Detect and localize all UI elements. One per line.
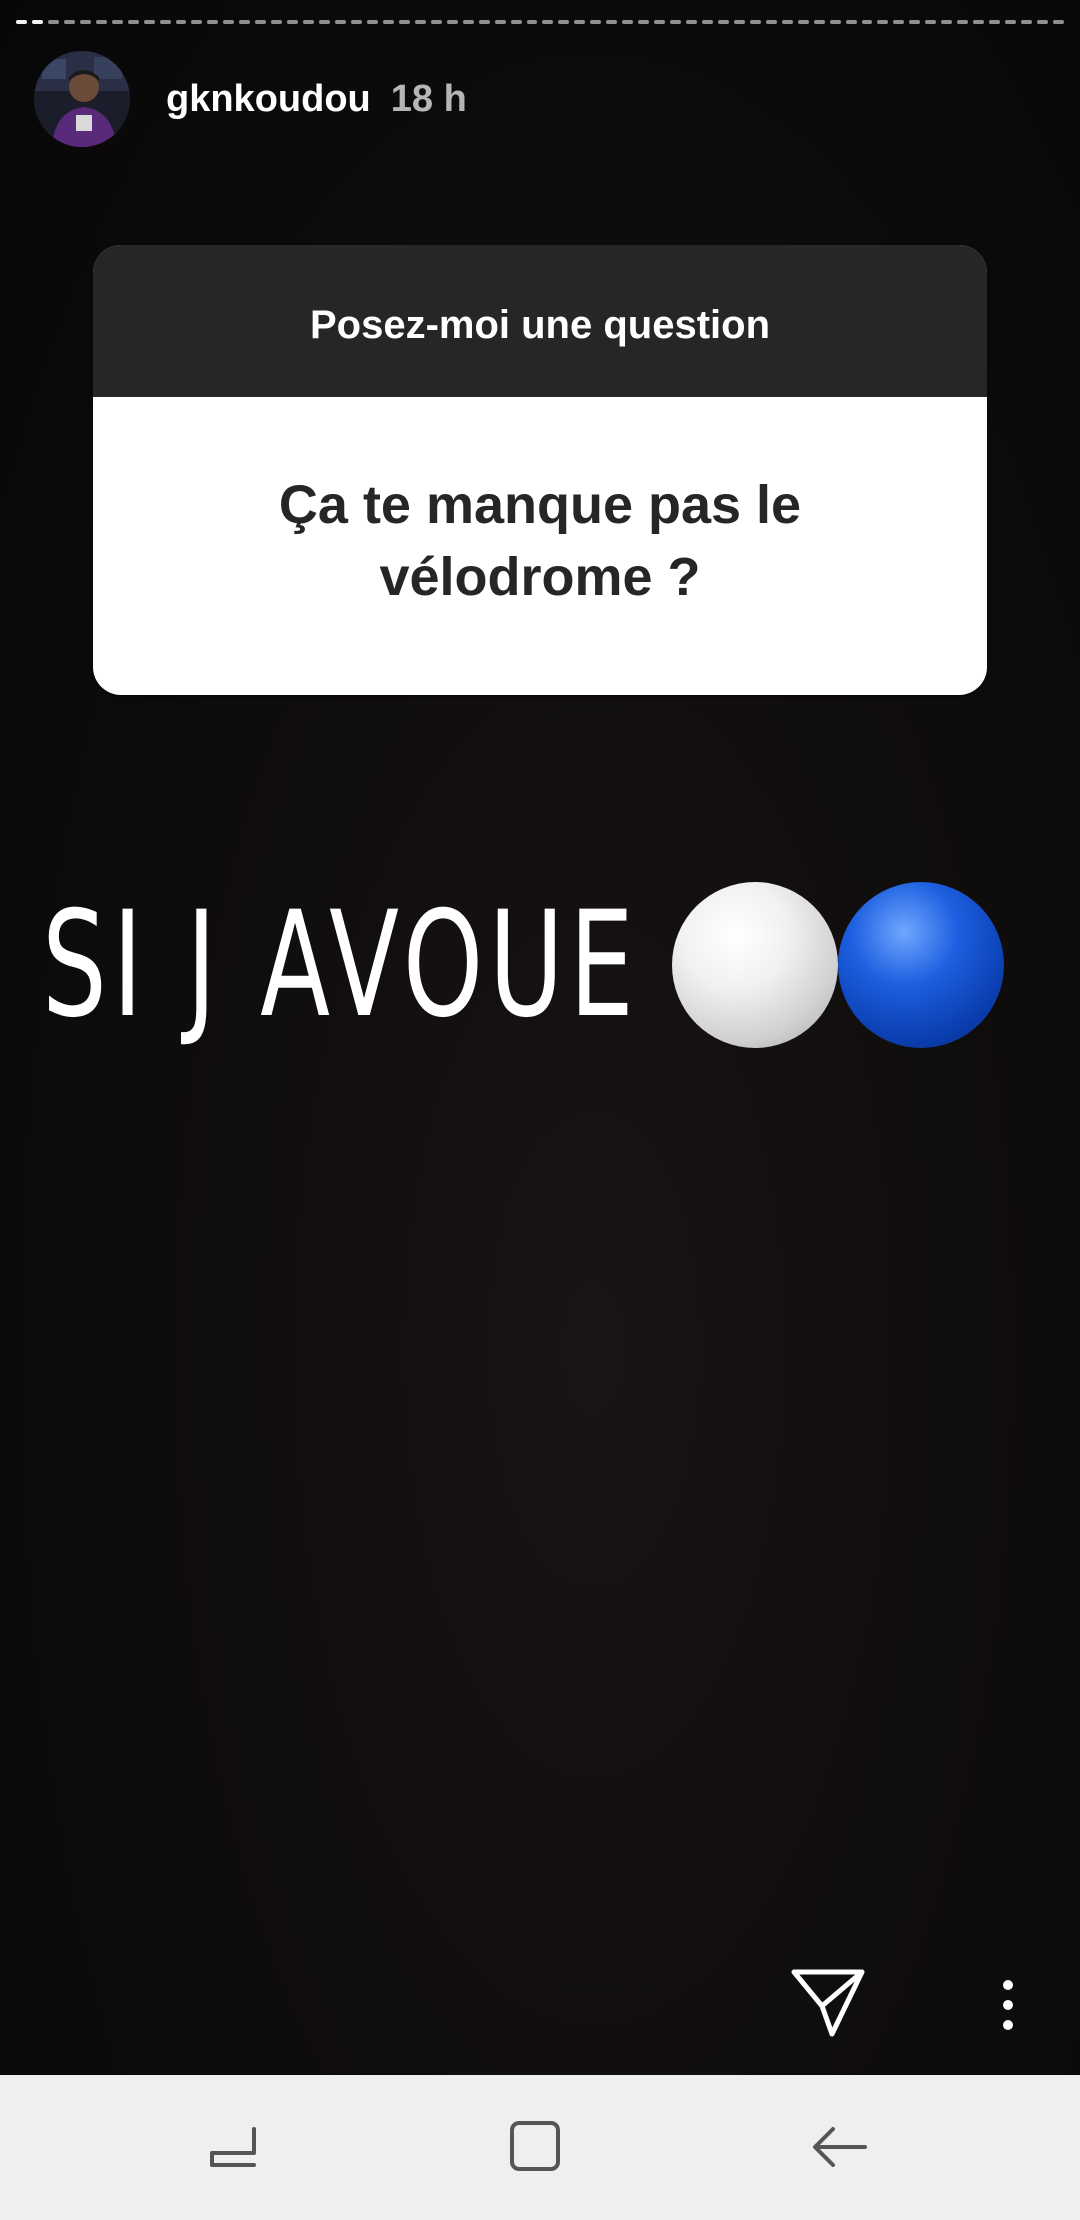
- progress-segment: [797, 20, 809, 24]
- progress-segment: [510, 20, 522, 24]
- progress-segment: [191, 20, 203, 24]
- progress-segment: [957, 20, 969, 24]
- progress-segment: [861, 20, 873, 24]
- progress-segment: [287, 20, 299, 24]
- username[interactable]: gknkoudou: [166, 78, 371, 121]
- story-caption: SI J AVOUE: [42, 870, 1004, 1060]
- question-sticker-prompt: Posez-moi une question: [93, 245, 987, 397]
- progress-segment: [95, 20, 107, 24]
- recent-apps-icon[interactable]: [198, 2117, 268, 2177]
- back-icon[interactable]: [805, 2117, 875, 2177]
- progress-segment: [351, 20, 362, 24]
- progress-segment: [79, 20, 91, 24]
- paper-plane-icon[interactable]: [788, 1960, 868, 2040]
- progress-segment: [686, 20, 697, 24]
- story-header: gknkoudou 18 h: [34, 50, 467, 148]
- post-time: 18 h: [390, 77, 467, 120]
- progress-segment: [542, 20, 554, 24]
- progress-segment: [223, 20, 235, 24]
- progress-segment: [526, 20, 538, 24]
- progress-segment: [749, 20, 761, 24]
- progress-segment: [47, 20, 59, 24]
- progress-segment: [414, 20, 426, 24]
- progress-segment: [733, 20, 745, 24]
- progress-segment: [127, 20, 139, 24]
- progress-segment: [606, 20, 618, 24]
- progress-segment: [670, 20, 682, 24]
- progress-segment: [63, 20, 75, 24]
- progress-segment: [335, 20, 347, 24]
- progress-segment: [654, 20, 666, 24]
- progress-segment: [989, 20, 1001, 24]
- progress-segment: [701, 20, 713, 24]
- progress-segment: [781, 20, 793, 24]
- progress-segment: [239, 20, 251, 24]
- progress-segment: [622, 20, 634, 24]
- progress-segment: [845, 20, 857, 24]
- progress-segment: [893, 20, 905, 24]
- story-progress-bar: [16, 20, 1064, 26]
- progress-segment: [382, 20, 394, 24]
- progress-segment: [558, 20, 570, 24]
- caption-text: SI J AVOUE: [42, 880, 640, 1050]
- progress-segment: [638, 20, 650, 24]
- progress-segment: [303, 20, 315, 24]
- avatar[interactable]: [34, 51, 130, 147]
- progress-segment: [255, 20, 267, 24]
- progress-segment: [590, 20, 602, 24]
- progress-segment: [175, 20, 187, 24]
- progress-segment: [1005, 20, 1017, 24]
- progress-segment: [207, 20, 219, 24]
- progress-segment: [271, 20, 283, 24]
- progress-segment: [1037, 20, 1048, 24]
- story-viewer[interactable]: gknkoudou 18 h Posez-moi une question Ça…: [0, 0, 1080, 2075]
- home-icon[interactable]: [500, 2117, 570, 2177]
- progress-segment: [1052, 20, 1064, 24]
- progress-segment: [398, 20, 410, 24]
- progress-segment: [111, 20, 123, 24]
- avatar-image: [34, 51, 130, 147]
- question-sticker[interactable]: Posez-moi une question Ça te manque pas …: [93, 245, 987, 695]
- progress-segment: [829, 20, 841, 24]
- progress-segment: [574, 20, 586, 24]
- vertical-dots-icon[interactable]: [988, 1975, 1028, 2035]
- progress-segment: [366, 20, 378, 24]
- progress-segment: [973, 20, 985, 24]
- progress-segment: [494, 20, 506, 24]
- progress-segment: [877, 20, 889, 24]
- progress-segment: [159, 20, 171, 24]
- progress-segment: [941, 20, 953, 24]
- progress-segment: [925, 20, 937, 24]
- progress-segment: [1021, 20, 1032, 24]
- white-circle-emoji: [672, 882, 838, 1048]
- android-nav-bar: [0, 2075, 1080, 2220]
- progress-segment: [430, 20, 442, 24]
- progress-segment: [319, 20, 331, 24]
- blue-circle-emoji: [838, 882, 1004, 1048]
- progress-segment: [462, 20, 474, 24]
- question-sticker-text: Ça te manque pas le vélodrome ?: [278, 475, 802, 607]
- progress-segment: [813, 20, 825, 24]
- progress-segment: [478, 20, 490, 24]
- progress-segment: [143, 20, 155, 24]
- progress-segment: [31, 20, 43, 24]
- progress-segment: [717, 20, 729, 24]
- progress-segment: [909, 20, 921, 24]
- progress-segment: [16, 20, 27, 24]
- progress-segment: [446, 20, 458, 24]
- progress-segment: [765, 20, 777, 24]
